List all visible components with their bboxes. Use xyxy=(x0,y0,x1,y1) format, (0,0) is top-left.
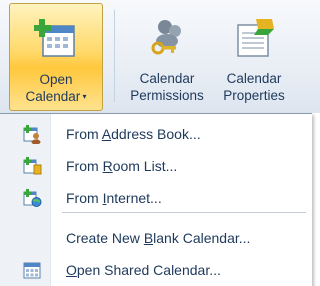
open-calendar-button[interactable]: Open Calendar ▾ xyxy=(9,3,103,111)
calendar-properties-button[interactable]: Calendar Properties xyxy=(213,3,295,110)
open-calendar-label-line1: Open xyxy=(39,72,73,87)
menu-item-label: Create New Blank Calendar... xyxy=(66,230,251,246)
menu-item-label: From Internet... xyxy=(66,190,162,206)
ribbon-group-manage-calendars: Open Calendar ▾ Calendar Permissions Cal… xyxy=(0,0,320,113)
menu-item-label: From Address Book... xyxy=(66,126,201,142)
menu-item-label: Open Shared Calendar... xyxy=(66,262,221,278)
internet-calendar-icon xyxy=(23,189,42,207)
calendar-add-icon xyxy=(34,19,75,57)
menu-item-open-shared-calendar[interactable]: Open Shared Calendar... xyxy=(0,254,312,286)
calendar-permissions-button[interactable]: Calendar Permissions xyxy=(122,3,212,110)
permissions-keys-icon xyxy=(151,20,181,55)
open-calendar-label-line2: Calendar ▾ xyxy=(25,89,87,104)
calendar-permissions-label-line2: Permissions xyxy=(130,88,204,103)
ribbon-separator xyxy=(114,10,115,102)
calendar-properties-label-line2: Properties xyxy=(223,88,285,103)
menu-item-from-address-book[interactable]: From Address Book... xyxy=(0,118,312,150)
menu-item-create-new-blank-calendar[interactable]: Create New Blank Calendar... xyxy=(0,222,312,254)
address-book-calendar-icon xyxy=(23,125,41,144)
dropdown-arrow-icon: ▾ xyxy=(80,92,87,101)
calendar-properties-label-line1: Calendar xyxy=(226,71,282,86)
menu-item-label: From Room List... xyxy=(66,158,178,174)
shared-calendar-icon xyxy=(23,262,41,279)
menu-item-from-internet[interactable]: From Internet... xyxy=(0,182,312,214)
open-calendar-dropdown-menu: From Address Book... From Room List... F… xyxy=(0,113,312,286)
calendar-properties-icon xyxy=(237,19,274,57)
room-list-calendar-icon xyxy=(23,157,42,175)
menu-item-from-room-list[interactable]: From Room List... xyxy=(0,150,312,182)
calendar-permissions-label-line1: Calendar xyxy=(139,71,195,86)
menu-separator xyxy=(62,212,306,213)
